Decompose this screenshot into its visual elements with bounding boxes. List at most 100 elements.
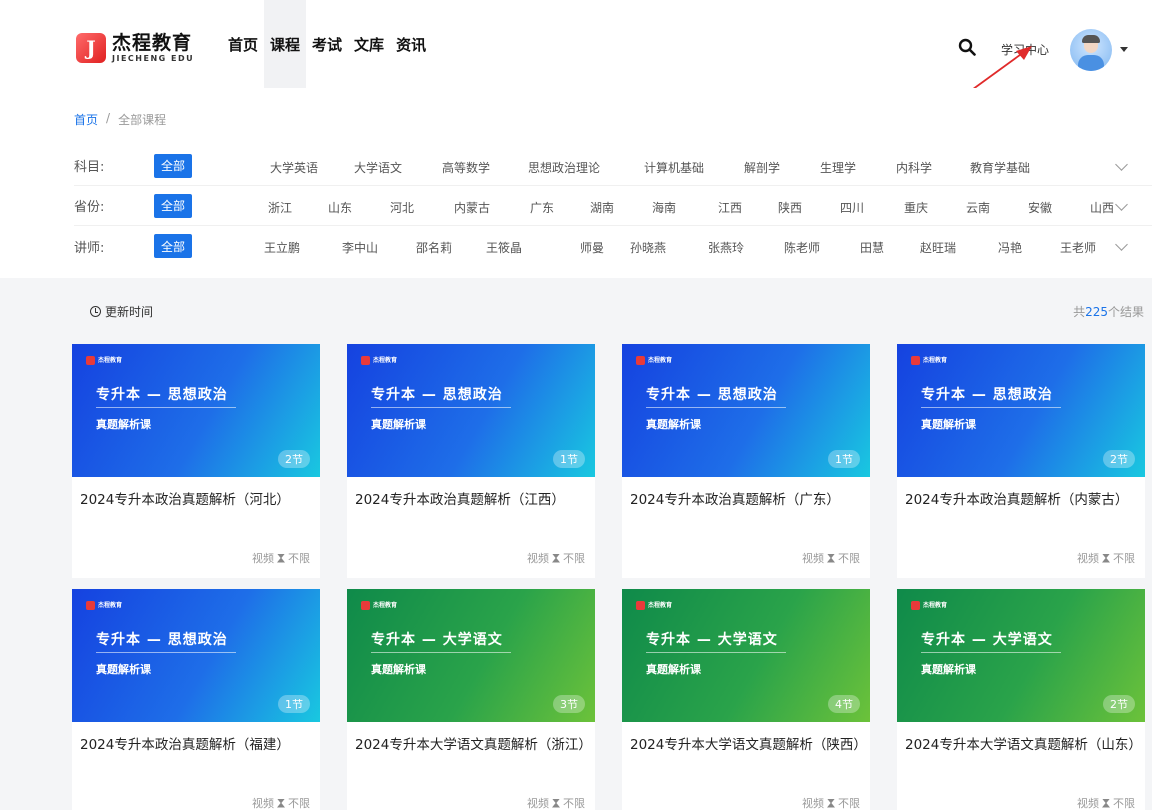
filter-teacher-option[interactable]: 邵名莉 (416, 239, 452, 256)
filter-teacher-option[interactable]: 王立鹏 (264, 239, 300, 256)
course-thumbnail[interactable]: 杰程教育 专升本 — 思想政治 真题解析课 2节 (897, 344, 1145, 477)
thumb-logo: 杰程教育 (636, 356, 672, 365)
filter-teacher-option[interactable]: 王筱晶 (486, 239, 522, 256)
logo-mark-icon (86, 356, 95, 365)
course-thumbnail[interactable]: 杰程教育 专升本 — 思想政治 真题解析课 1节 (347, 344, 595, 477)
thumb-subtitle: 真题解析课 (646, 663, 701, 676)
filter-subject-all[interactable]: 全部 (154, 153, 192, 178)
filter-row-subject: 科目: 全部 大学英语 大学语文 高等数学 思想政治理论 计算机基础 解剖学 生理学 内科学 教… (74, 146, 1152, 186)
course-card[interactable]: 杰程教育 专升本 — 大学语文 真题解析课 3节 2024专升本大学语文真题解析（浙江）… (347, 589, 595, 810)
filter-province-option[interactable]: 河北 (390, 199, 414, 216)
course-limit: 不限 (1113, 797, 1135, 810)
filter-teacher-option[interactable]: 冯艳 (998, 239, 1022, 256)
course-title[interactable]: 2024专升本大学语文真题解析（山东） (905, 735, 1142, 755)
filter-subject-option[interactable]: 解剖学 (744, 159, 780, 176)
course-card[interactable]: 杰程教育 专升本 — 大学语文 真题解析课 2节 2024专升本大学语文真题解析（山东）… (897, 589, 1145, 810)
filter-label-province: 省份: (74, 200, 105, 215)
thumb-title: 专升本 — 大学语文 (646, 632, 778, 648)
filter-province-option[interactable]: 江西 (718, 199, 742, 216)
filter-teacher-option[interactable]: 赵旺瑞 (920, 239, 956, 256)
filter-province-option[interactable]: 浙江 (268, 199, 292, 216)
nav-courses[interactable]: 课程 (264, 0, 307, 88)
filter-teacher-option[interactable]: 师曼 (580, 239, 604, 256)
course-limit: 不限 (563, 797, 585, 810)
thumb-subtitle: 真题解析课 (921, 418, 976, 431)
course-limit: 不限 (838, 797, 860, 810)
sort-label: 更新时间 (105, 305, 154, 319)
nav-home[interactable]: 首页 (222, 0, 264, 88)
filter-teacher-option[interactable]: 陈老师 (784, 239, 820, 256)
logo-mark-icon (911, 601, 920, 610)
thumb-divider (646, 407, 786, 408)
thumb-divider (371, 652, 511, 653)
filter-province-option[interactable]: 四川 (840, 199, 864, 216)
filter-province-option[interactable]: 山西 (1090, 199, 1114, 216)
filter-province-option[interactable]: 重庆 (904, 199, 928, 216)
course-thumbnail[interactable]: 杰程教育 专升本 — 思想政治 真题解析课 1节 (72, 589, 320, 722)
course-card[interactable]: 杰程教育 专升本 — 思想政治 真题解析课 1节 2024专升本政治真题解析（广东） 视频… (622, 344, 870, 578)
filter-province-option[interactable]: 云南 (966, 199, 990, 216)
filter-province-option[interactable]: 安徽 (1028, 199, 1052, 216)
course-meta: 视频 不限 (1077, 795, 1135, 810)
logo-mark-icon: J (76, 33, 106, 63)
logo-mark-icon (86, 601, 95, 610)
avatar[interactable] (1070, 29, 1112, 71)
course-type: 视频 (252, 552, 274, 565)
thumb-divider (921, 652, 1061, 653)
course-title[interactable]: 2024专升本政治真题解析（内蒙古） (905, 490, 1139, 510)
thumb-subtitle: 真题解析课 (371, 663, 426, 676)
filter-teacher-option[interactable]: 张燕玲 (708, 239, 744, 256)
course-card[interactable]: 杰程教育 专升本 — 思想政治 真题解析课 2节 2024专升本政治真题解析（内蒙古） 视… (897, 344, 1145, 578)
course-meta: 视频 不限 (252, 550, 310, 566)
filter-subject-option[interactable]: 高等数学 (442, 159, 490, 176)
filter-subject-option[interactable]: 生理学 (820, 159, 856, 176)
course-title[interactable]: 2024专升本大学语文真题解析（陕西） (630, 735, 867, 755)
nav-exams[interactable]: 考试 (306, 0, 348, 88)
course-card[interactable]: 杰程教育 专升本 — 思想政治 真题解析课 1节 2024专升本政治真题解析（福建） 视频… (72, 589, 320, 810)
filter-province-option[interactable]: 陕西 (778, 199, 802, 216)
sort-by-update-time[interactable]: 更新时间 (90, 303, 153, 320)
course-card[interactable]: 杰程教育 专升本 — 思想政治 真题解析课 2节 2024专升本政治真题解析（河北） 视频… (72, 344, 320, 578)
filter-subject-option[interactable]: 教育学基础 (970, 159, 1030, 176)
course-thumbnail[interactable]: 杰程教育 专升本 — 大学语文 真题解析课 2节 (897, 589, 1145, 722)
thumb-divider (646, 652, 786, 653)
course-thumbnail[interactable]: 杰程教育 专升本 — 大学语文 真题解析课 4节 (622, 589, 870, 722)
site-logo[interactable]: J 杰程教育 JIECHENG EDU (76, 31, 194, 65)
filter-province-option[interactable]: 内蒙古 (454, 199, 490, 216)
filter-subject-option[interactable]: 大学英语 (270, 159, 318, 176)
course-thumbnail[interactable]: 杰程教育 专升本 — 思想政治 真题解析课 2节 (72, 344, 320, 477)
breadcrumb-home[interactable]: 首页 (74, 111, 98, 128)
filter-subject-option[interactable]: 计算机基础 (644, 159, 704, 176)
course-title[interactable]: 2024专升本政治真题解析（福建） (80, 735, 314, 755)
filter-teacher-option[interactable]: 田慧 (860, 239, 884, 256)
filter-label-subject: 科目: (74, 160, 105, 175)
filter-teacher-option[interactable]: 孙晓燕 (630, 239, 666, 256)
course-thumbnail[interactable]: 杰程教育 专升本 — 思想政治 真题解析课 1节 (622, 344, 870, 477)
filter-teacher-option[interactable]: 李中山 (342, 239, 378, 256)
course-title[interactable]: 2024专升本政治真题解析（广东） (630, 490, 864, 510)
thumb-title: 专升本 — 大学语文 (371, 632, 503, 648)
thumb-subtitle: 真题解析课 (646, 418, 701, 431)
filter-province-option[interactable]: 山东 (328, 199, 352, 216)
course-card[interactable]: 杰程教育 专升本 — 思想政治 真题解析课 1节 2024专升本政治真题解析（江西） 视频… (347, 344, 595, 578)
course-title[interactable]: 2024专升本政治真题解析（河北） (80, 490, 314, 510)
filter-teacher-option[interactable]: 王老师 (1060, 239, 1096, 256)
filter-subject-option[interactable]: 内科学 (896, 159, 932, 176)
nav-news[interactable]: 资讯 (390, 0, 432, 88)
filter-subject-option[interactable]: 大学语文 (354, 159, 402, 176)
filter-province-option[interactable]: 海南 (652, 199, 676, 216)
logo-en-text: JIECHENG EDU (112, 53, 195, 63)
course-title[interactable]: 2024专升本大学语文真题解析（浙江） (355, 735, 592, 755)
nav-library[interactable]: 文库 (348, 0, 390, 88)
filter-teacher-all[interactable]: 全部 (154, 234, 192, 258)
thumb-subtitle: 真题解析课 (921, 663, 976, 676)
lesson-count-badge: 1节 (278, 695, 310, 713)
filter-province-option[interactable]: 广东 (530, 199, 554, 216)
course-card[interactable]: 杰程教育 专升本 — 大学语文 真题解析课 4节 2024专升本大学语文真题解析（陕西）… (622, 589, 870, 810)
filter-subject-option[interactable]: 思想政治理论 (528, 159, 600, 176)
caret-down-icon[interactable] (1120, 47, 1128, 52)
filter-province-all[interactable]: 全部 (154, 193, 192, 218)
course-thumbnail[interactable]: 杰程教育 专升本 — 大学语文 真题解析课 3节 (347, 589, 595, 722)
course-title[interactable]: 2024专升本政治真题解析（江西） (355, 490, 589, 510)
filter-province-option[interactable]: 湖南 (590, 199, 614, 216)
